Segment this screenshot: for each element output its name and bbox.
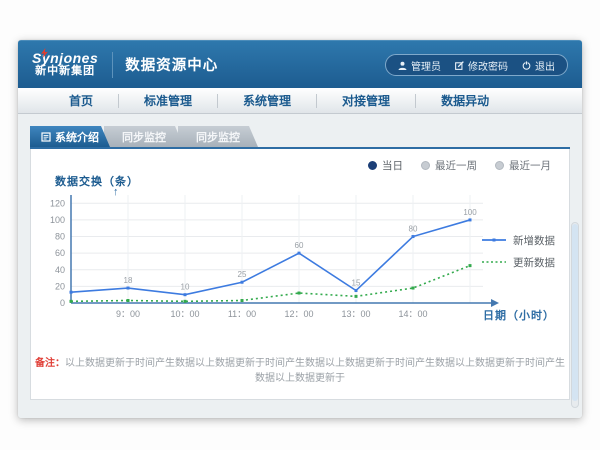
svg-text:15: 15	[352, 279, 361, 288]
x-axis-title: 日期（小时）	[483, 307, 555, 323]
radio-last-month[interactable]: 最近一月	[495, 158, 551, 173]
radio-dot	[421, 161, 430, 170]
svg-text:80: 80	[55, 232, 65, 242]
nav-item-standard-mgmt[interactable]: 标准管理	[119, 94, 218, 108]
data-point[interactable]	[70, 291, 73, 294]
logo-text: Synjones	[32, 51, 98, 66]
svg-text:9：00: 9：00	[116, 309, 140, 319]
svg-text:20: 20	[55, 281, 65, 291]
vertical-scrollbar[interactable]	[571, 222, 579, 408]
footnote-text: 以上数据更新于时间产生数据以上数据更新于时间产生数据以上数据更新于时间产生数据以…	[65, 358, 565, 384]
series-0: 18 10 25 60 15 80 100	[70, 208, 478, 296]
logout-button[interactable]: 退出	[522, 58, 555, 73]
change-password-button[interactable]: 修改密码	[455, 58, 508, 73]
tab-bar: 系统介绍 同步监控 同步监控	[30, 126, 252, 147]
app-header: Synjones 新中新集团 数据资源中心 管理员 修改密码	[18, 40, 582, 88]
dotted-line-swatch	[482, 258, 506, 266]
svg-text:10：00: 10：00	[170, 309, 199, 319]
tab-label: 同步监控	[196, 129, 240, 145]
content-area: 系统介绍 同步监控 同步监控 当日 最近一周	[18, 114, 582, 418]
svg-text:13：00: 13：00	[341, 309, 370, 319]
tab-system-intro[interactable]: 系统介绍	[30, 126, 110, 147]
document-icon	[41, 132, 51, 142]
y-axis-title: 数据交换（条）	[55, 173, 139, 189]
nav-item-interface-mgmt[interactable]: 对接管理	[317, 94, 416, 108]
svg-text:18: 18	[124, 276, 133, 285]
chart-legend: 新增数据 更新数据	[482, 229, 555, 273]
header-divider	[112, 52, 113, 78]
svg-text:40: 40	[55, 265, 65, 275]
edit-icon	[455, 61, 464, 70]
radio-label: 当日	[382, 158, 403, 173]
logo: Synjones 新中新集团	[32, 51, 98, 77]
data-point[interactable]	[298, 292, 301, 295]
time-range-filter: 当日 最近一周 最近一月	[368, 158, 551, 173]
current-user[interactable]: 管理员	[398, 58, 441, 73]
solid-line-swatch	[482, 236, 506, 244]
axes	[71, 195, 499, 307]
radio-label: 最近一月	[509, 158, 551, 173]
tab-label: 系统介绍	[55, 129, 99, 145]
change-password-label: 修改密码	[468, 58, 508, 73]
radio-today[interactable]: 当日	[368, 158, 403, 173]
data-point[interactable]	[298, 252, 301, 255]
data-point[interactable]	[469, 218, 472, 221]
svg-text:80: 80	[409, 225, 418, 234]
user-icon	[398, 61, 407, 70]
radio-label: 最近一周	[435, 158, 477, 173]
data-point[interactable]	[469, 264, 472, 267]
radio-dot	[495, 161, 504, 170]
logo-subtitle: 新中新集团	[32, 66, 98, 78]
svg-text:0: 0	[60, 298, 65, 308]
footnote: 备注：以上数据更新于时间产生数据以上数据更新于时间产生数据以上数据更新于时间产生…	[31, 354, 569, 384]
data-point[interactable]	[127, 299, 130, 302]
svg-text:25: 25	[238, 270, 247, 279]
data-point[interactable]	[355, 295, 358, 298]
svg-text:60: 60	[295, 241, 304, 250]
user-toolbar: 管理员 修改密码 退出	[385, 54, 568, 76]
footnote-prefix: 备注：	[35, 358, 65, 369]
tab-label: 同步监控	[122, 129, 166, 145]
logo-spark-icon	[40, 48, 49, 58]
data-point[interactable]	[241, 281, 244, 284]
legend-item-new-data[interactable]: 新增数据	[482, 229, 555, 251]
nav-item-data-change[interactable]: 数据异动	[416, 94, 514, 108]
data-point[interactable]	[184, 300, 187, 303]
chart-panel: 当日 最近一周 最近一月 数据交换（条） ↑ 0204060801001209：…	[30, 149, 570, 400]
data-point[interactable]	[355, 289, 358, 292]
grid	[71, 195, 483, 303]
logout-label: 退出	[535, 58, 555, 73]
svg-text:11：00: 11：00	[228, 309, 256, 319]
nav-item-system-mgmt[interactable]: 系统管理	[218, 94, 317, 108]
tab-sync-monitor-2[interactable]: 同步监控	[178, 126, 258, 147]
main-nav: 首页 标准管理 系统管理 对接管理 数据异动	[18, 88, 582, 114]
chart-area: 0 20 40 60 80 100 120 9：00 10：00 11：00 12：00 13：00 1…	[31, 191, 509, 336]
data-point[interactable]	[184, 293, 187, 296]
svg-text:10: 10	[181, 283, 190, 292]
data-point[interactable]	[412, 287, 415, 290]
legend-label: 更新数据	[513, 255, 555, 270]
svg-text:60: 60	[55, 248, 65, 258]
data-point[interactable]	[412, 235, 415, 238]
svg-text:14：00: 14：00	[398, 309, 427, 319]
svg-text:100: 100	[463, 208, 477, 217]
scrollbar-thumb[interactable]	[572, 224, 578, 401]
line-chart: 0 20 40 60 80 100 120 9：00 10：00 11：00 12：00 13：00 1…	[31, 191, 509, 331]
radio-dot	[368, 161, 377, 170]
legend-item-updated-data[interactable]: 更新数据	[482, 251, 555, 273]
power-icon	[522, 61, 531, 70]
app-window: Synjones 新中新集团 数据资源中心 管理员 修改密码	[18, 40, 582, 418]
radio-last-week[interactable]: 最近一周	[421, 158, 477, 173]
user-label: 管理员	[411, 58, 441, 73]
data-point[interactable]	[127, 287, 130, 290]
svg-text:12：00: 12：00	[284, 309, 313, 319]
svg-text:100: 100	[50, 215, 65, 225]
data-point[interactable]	[70, 300, 73, 303]
tab-sync-monitor-1[interactable]: 同步监控	[104, 126, 184, 147]
svg-text:120: 120	[50, 198, 65, 208]
nav-item-home[interactable]: 首页	[44, 94, 119, 108]
data-point[interactable]	[241, 299, 244, 302]
page-title: 数据资源中心	[125, 54, 218, 75]
legend-label: 新增数据	[513, 233, 555, 248]
